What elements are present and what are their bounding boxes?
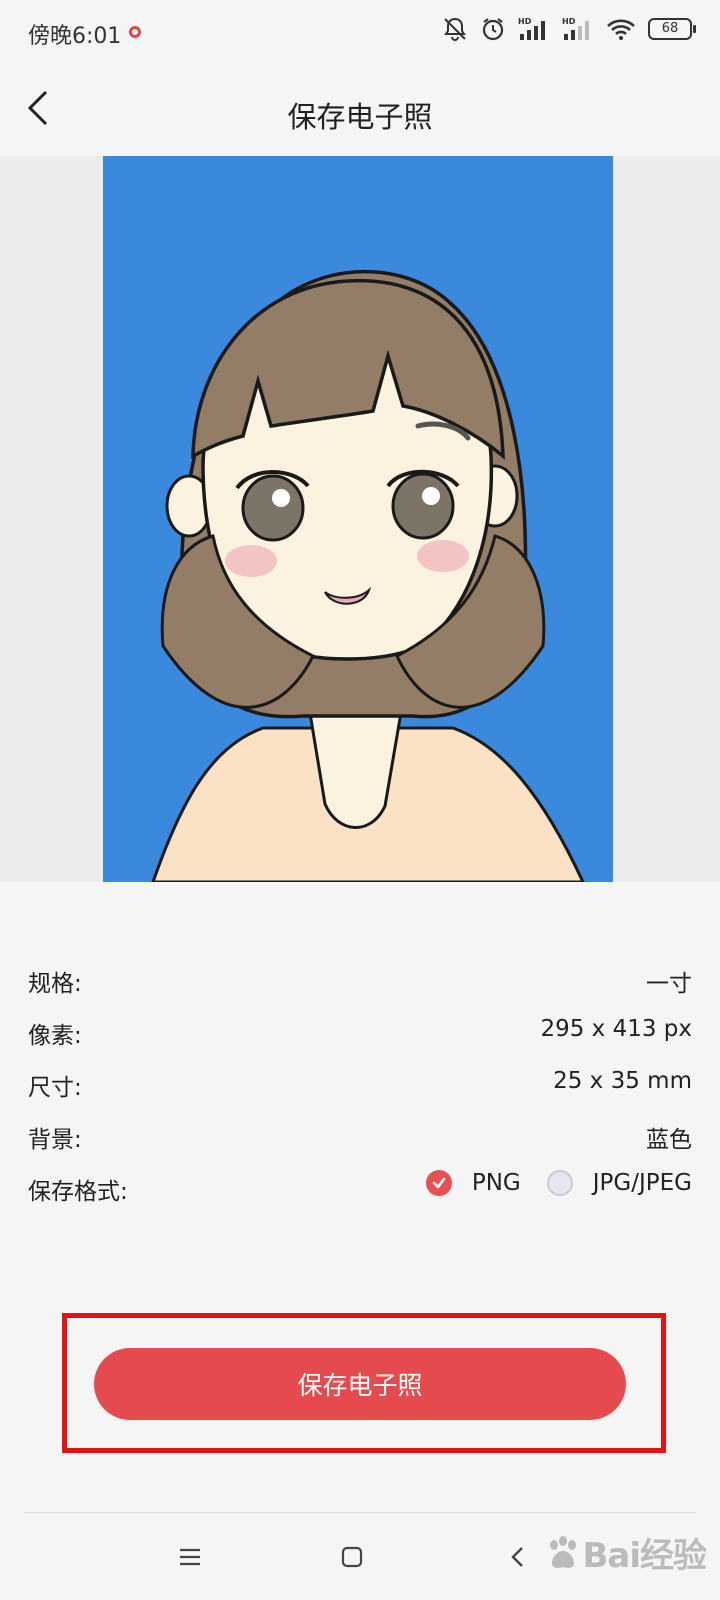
home-icon xyxy=(341,1546,363,1568)
alarm-icon xyxy=(482,18,504,41)
nav-menu-button[interactable] xyxy=(170,1537,210,1577)
info-row-pixels: 像素: 295 x 413 px xyxy=(28,1010,692,1062)
baidu-watermark: Bai经验 xyxy=(544,1528,707,1577)
radio-checked-icon[interactable] xyxy=(425,1170,452,1196)
info-value: 295 x 413 px xyxy=(540,1016,692,1042)
bell-off-icon xyxy=(444,17,466,41)
info-value: 蓝色 xyxy=(646,1127,692,1153)
photo-preview-area xyxy=(0,156,720,882)
menu-icon xyxy=(180,1548,200,1566)
info-label: 保存格式: xyxy=(28,1179,128,1205)
watermark-text: Bai经验 xyxy=(582,1536,707,1576)
info-label: 像素: xyxy=(28,1023,82,1049)
info-value: 25 x 35 mm xyxy=(553,1068,692,1094)
info-row-background: 背景: 蓝色 xyxy=(28,1114,692,1166)
id-photo xyxy=(103,156,613,882)
format-option-label: PNG xyxy=(471,1170,521,1196)
status-icons: HD HD 68 xyxy=(442,16,696,42)
save-photo-button[interactable]: 保存电子照 xyxy=(94,1348,626,1420)
baidu-paw-icon xyxy=(550,1535,577,1568)
format-option-jpg[interactable]: JPG/JPEG xyxy=(546,1170,692,1196)
info-row-size: 尺寸: 25 x 35 mm xyxy=(28,1062,692,1114)
nav-back-button[interactable] xyxy=(498,1537,538,1577)
cartoon-portrait-illustration xyxy=(103,156,613,882)
battery-level: 68 xyxy=(661,21,679,36)
nav-home-button[interactable] xyxy=(332,1537,372,1577)
info-label: 尺寸: xyxy=(28,1075,82,1101)
status-time: 傍晚6:01 xyxy=(28,24,122,49)
svg-text:HD: HD xyxy=(518,17,532,26)
wifi-icon xyxy=(607,19,635,40)
page-title: 保存电子照 xyxy=(287,100,433,134)
info-label: 背景: xyxy=(28,1127,82,1153)
back-icon xyxy=(511,1547,523,1567)
signal-hd-icon: HD xyxy=(562,17,589,40)
format-option-png[interactable]: PNG xyxy=(425,1170,521,1196)
status-bar: 傍晚6:01 HD HD 68 xyxy=(0,0,720,66)
battery-icon: 68 xyxy=(648,18,696,40)
recording-indicator-icon xyxy=(129,26,141,38)
svg-text:HD: HD xyxy=(562,17,576,26)
header: 保存电子照 xyxy=(0,66,720,154)
info-label: 规格: xyxy=(28,971,82,997)
format-option-label: JPG/JPEG xyxy=(592,1170,692,1196)
info-value: 一寸 xyxy=(646,971,692,997)
format-options: PNG JPG/JPEG xyxy=(425,1170,692,1196)
photo-info: 规格: 一寸 像素: 295 x 413 px 尺寸: 25 x 35 mm 背… xyxy=(28,958,692,1218)
info-row-spec: 规格: 一寸 xyxy=(28,958,692,1010)
radio-unchecked-icon[interactable] xyxy=(546,1170,573,1196)
info-row-format: 保存格式: PNG JPG/JPEG xyxy=(28,1166,692,1218)
signal-hd-icon: HD xyxy=(518,17,545,40)
